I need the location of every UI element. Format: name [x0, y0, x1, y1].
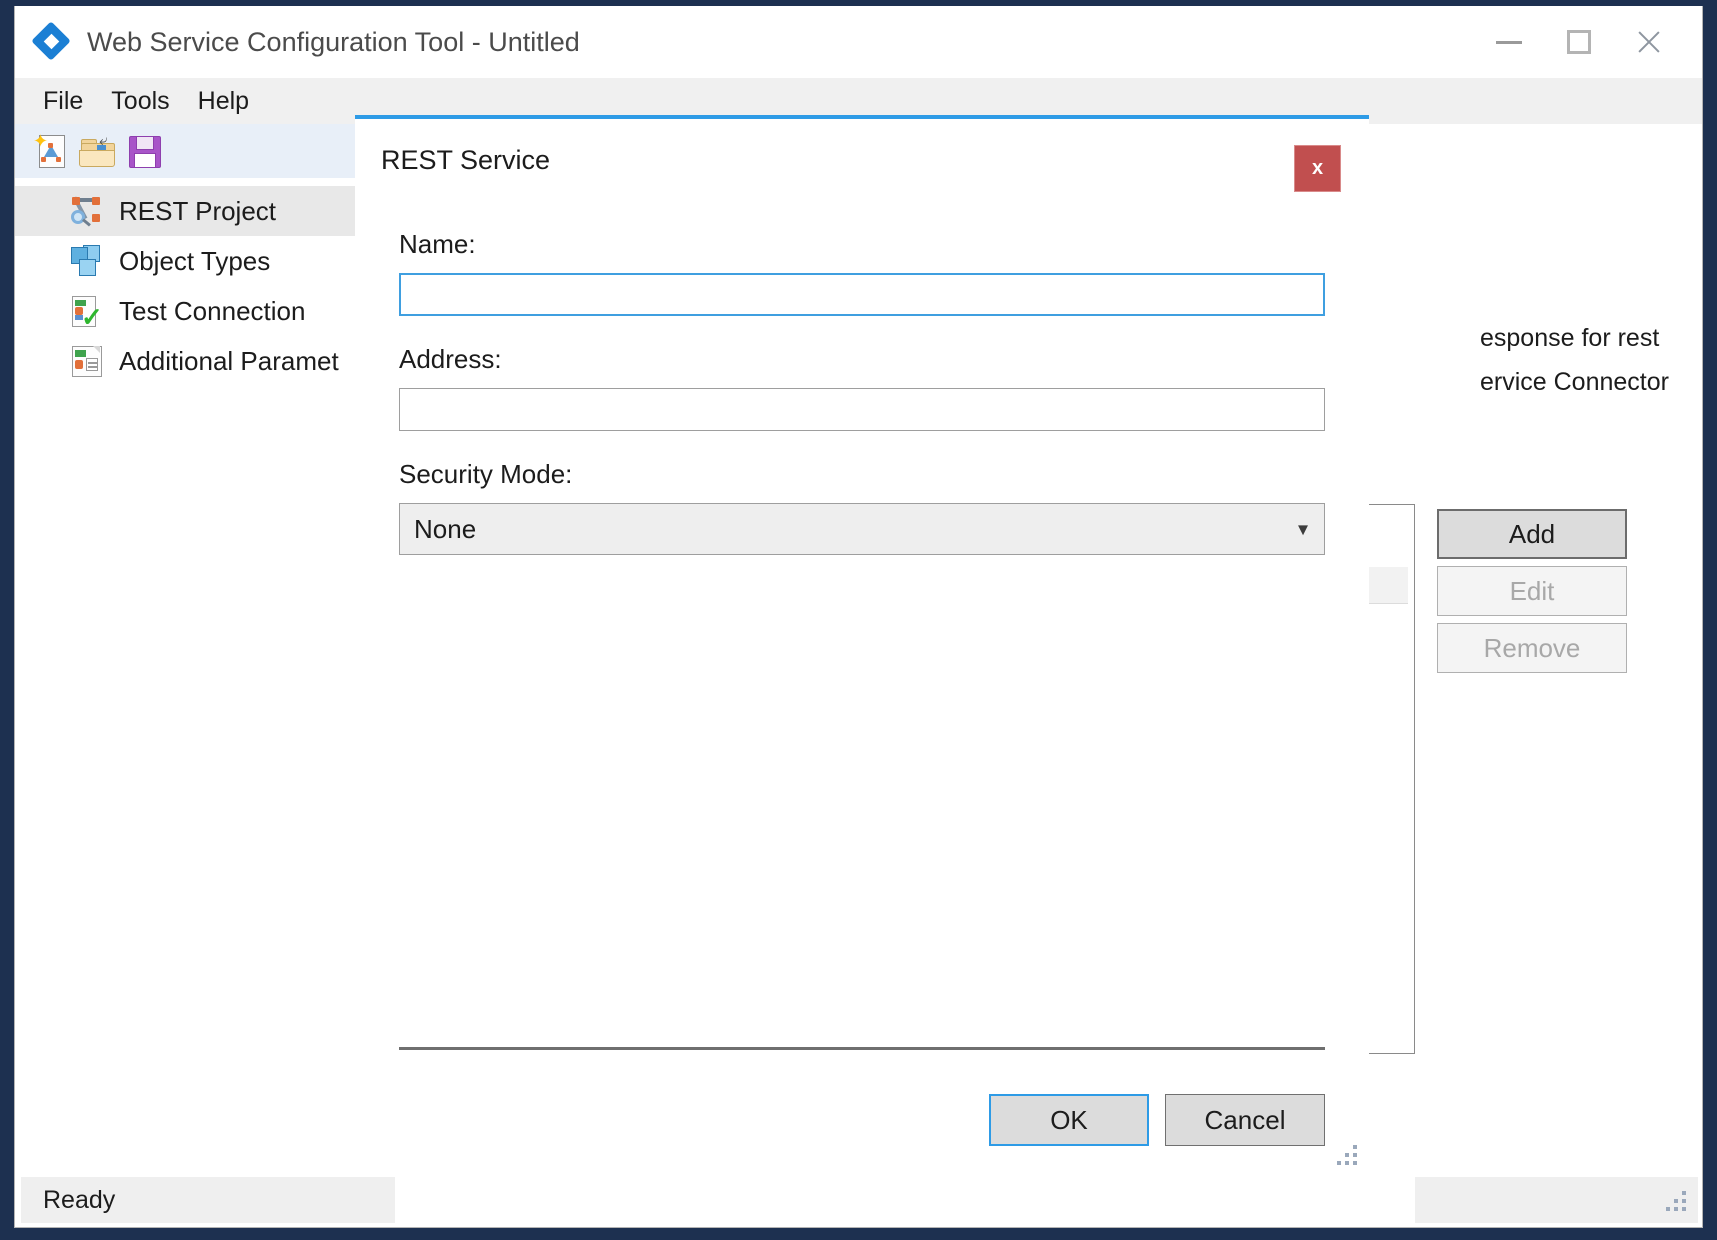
window-title: Web Service Configuration Tool - Untitle… [87, 26, 580, 57]
maximize-icon[interactable] [1544, 14, 1614, 70]
grip-dot [1682, 1191, 1686, 1195]
rest-service-dialog: REST Service x Name: Address: Security M… [355, 115, 1369, 1177]
toolbar: ✦ ⤷ [15, 124, 355, 178]
security-mode-value: None [414, 513, 477, 544]
name-label: Name: [399, 229, 476, 259]
remove-button[interactable]: Remove [1437, 623, 1627, 673]
security-mode-label: Security Mode: [399, 459, 573, 489]
additional-parameter-icon [69, 344, 103, 378]
cancel-button[interactable]: Cancel [1165, 1094, 1325, 1146]
add-button[interactable]: Add [1437, 509, 1627, 559]
dialog-separator [399, 1047, 1325, 1050]
left-panel: ✦ ⤷ REST Project Object Types ✓ Test Con… [15, 124, 355, 1175]
grip-dot [1682, 1207, 1686, 1211]
address-label: Address: [399, 344, 502, 374]
grip-dot [1345, 1161, 1349, 1165]
grip-dot [1345, 1153, 1349, 1157]
dialog-resize-grip[interactable] [1337, 1145, 1363, 1171]
grip-dot [1353, 1161, 1357, 1165]
status-panel: Ready [21, 1177, 395, 1223]
dialog-title: REST Service [381, 145, 551, 175]
sidebar-item-label: Additional Paramet [119, 345, 339, 376]
address-input[interactable] [399, 388, 1325, 431]
chevron-down-icon: ▾ [1297, 518, 1308, 541]
background-description-line1: esponse for rest [1480, 324, 1660, 352]
open-folder-icon[interactable]: ⤷ [75, 131, 121, 171]
dialog-body: Name: Address: Security Mode: None ▾ [399, 229, 1325, 583]
object-types-icon [69, 244, 103, 278]
sidebar-item-label: Object Types [119, 245, 271, 276]
background-description: esponse for rest ervice Connector [1480, 316, 1702, 404]
new-document-icon[interactable]: ✦ [29, 131, 75, 171]
status-bar: Ready [15, 1175, 1702, 1227]
grip-dot [1674, 1199, 1678, 1203]
minimize-icon[interactable] [1474, 14, 1544, 70]
menu-item-help[interactable]: Help [184, 83, 263, 120]
status-panel-right [1415, 1177, 1698, 1223]
app-diamond-icon [31, 21, 71, 61]
title-bar: Web Service Configuration Tool - Untitle… [15, 6, 1702, 78]
test-connection-icon: ✓ [69, 294, 103, 330]
edit-button[interactable]: Edit [1437, 566, 1627, 616]
grip-dot [1337, 1161, 1341, 1165]
project-tree: REST Project Object Types ✓ Test Connect… [15, 178, 355, 1175]
ok-button[interactable]: OK [989, 1094, 1149, 1146]
background-description-line2: ervice Connector [1480, 368, 1669, 396]
window-resize-grip[interactable] [1666, 1191, 1692, 1217]
grip-dot [1666, 1207, 1670, 1211]
save-floppy-icon[interactable] [121, 131, 167, 171]
sidebar-item-label: Test Connection [119, 295, 306, 326]
sidebar-item-object-types[interactable]: Object Types [15, 236, 355, 286]
dialog-button-row: OK Cancel [989, 1094, 1325, 1146]
status-text: Ready [43, 1185, 116, 1214]
security-mode-select[interactable]: None ▾ [399, 503, 1325, 555]
sidebar-item-additional-parameter[interactable]: Additional Paramet [15, 336, 355, 386]
grip-dot [1353, 1145, 1357, 1149]
name-field-group: Name: [399, 229, 1325, 316]
menu-item-tools[interactable]: Tools [97, 83, 183, 120]
application-window: Web Service Configuration Tool - Untitle… [14, 6, 1703, 1228]
grip-dot [1353, 1153, 1357, 1157]
close-icon[interactable] [1614, 14, 1684, 70]
name-input[interactable] [399, 273, 1325, 316]
sidebar-item-test-connection[interactable]: ✓ Test Connection [15, 286, 355, 336]
address-field-group: Address: [399, 344, 1325, 431]
dialog-close-button[interactable]: x [1294, 145, 1341, 192]
rest-project-icon [69, 194, 103, 228]
security-mode-field-group: Security Mode: None ▾ [399, 459, 1325, 555]
menu-item-file[interactable]: File [29, 83, 97, 120]
grip-dot [1682, 1199, 1686, 1203]
sidebar-item-rest-project[interactable]: REST Project [15, 186, 355, 236]
sidebar-item-label: REST Project [119, 195, 277, 226]
grip-dot [1674, 1207, 1678, 1211]
